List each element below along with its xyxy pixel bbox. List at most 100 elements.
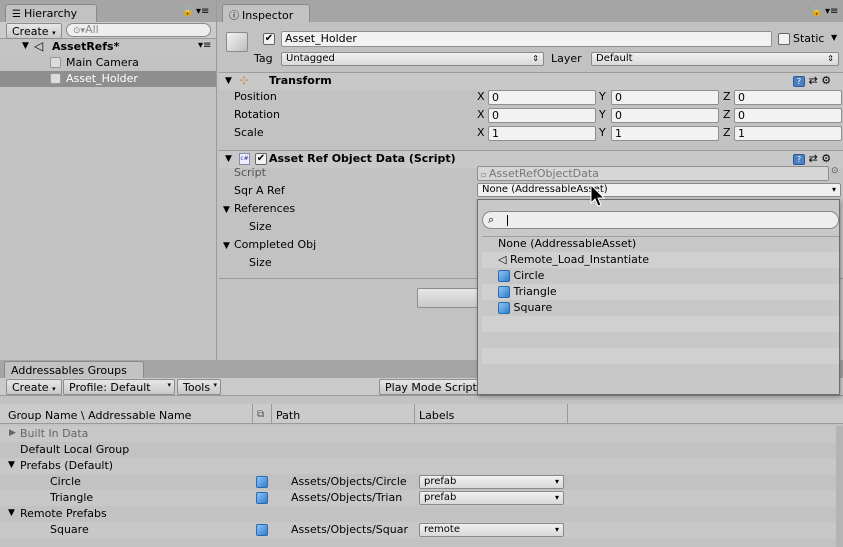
addressables-create-button[interactable]: Create ▾ [6,379,62,395]
foldout-expanded-icon[interactable]: ▼ [8,508,15,518]
gear-icon[interactable]: ⚙ [821,152,831,165]
references-label: References [234,202,296,215]
scene-row[interactable]: ▼ ◁ AssetRefs* ▾≡ [0,39,216,55]
popup-item-label: Triangle [513,285,557,298]
lock-icon[interactable]: 🔒 [182,7,193,17]
hierarchy-list [0,39,216,359]
panel-menu-icon[interactable]: ▾≡ [196,6,209,17]
profile-dropdown[interactable]: Profile: Default ▾ [63,379,175,395]
popup-item-none[interactable]: None (AddressableAsset) [482,236,839,252]
search-placeholder: All [85,23,99,36]
component-icons: ? ⇄ ⚙ [793,74,831,87]
component-title: Asset Ref Object Data (Script) [269,152,456,165]
completed-label: Completed Obj [234,238,317,251]
group-name: Default Local Group [20,443,130,456]
tab-addressables-groups[interactable]: Addressables Groups [4,361,144,379]
preset-icon[interactable]: ⇄ [809,74,818,87]
entry-row-square[interactable]: Square Assets/Objects/Squar remote ▾ [0,522,836,538]
column-divider[interactable] [271,404,272,424]
tab-hierarchy[interactable]: ☰ Hierarchy [5,4,97,22]
foldout-expanded-icon[interactable]: ▼ [223,205,230,215]
popup-item-triangle[interactable]: Triangle [482,284,839,300]
panel-menu-icon[interactable]: ▾≡ [825,6,838,17]
object-picker-icon[interactable]: ⊙ [831,166,839,176]
popup-search-input[interactable]: ⌕ [482,211,839,229]
playmode-dropdown[interactable]: Play Mode Script [379,379,481,395]
popup-item-label: Square [513,301,553,314]
active-checkbox[interactable]: ✔ [263,33,275,45]
scale-y-field[interactable]: 1 [611,126,719,141]
column-divider[interactable] [567,404,568,424]
entry-name: Square [50,523,89,536]
help-icon[interactable]: ? [793,153,805,165]
entry-name: Triangle [50,491,94,504]
column-header-path[interactable]: Path [276,409,300,422]
column-header-name[interactable]: Group Name \ Addressable Name [8,409,191,422]
hierarchy-create-button[interactable]: Create ▾ [6,23,62,39]
foldout-collapsed-icon[interactable]: ▶ [9,428,16,438]
popup-item-remote-load[interactable]: ◁ Remote_Load_Instantiate [482,252,839,268]
transform-icon: ⊹ [239,73,250,87]
script-field[interactable]: ▫ AssetRefObjectData [477,166,829,181]
group-row-built-in[interactable]: ▶ Built In Data [0,426,836,442]
rotation-y-field[interactable]: 0 [611,108,719,123]
rotation-z-field[interactable]: 0 [734,108,842,123]
group-row-prefabs[interactable]: ▼ Prefabs (Default) [0,458,836,474]
rotation-x-field[interactable]: 0 [488,108,596,123]
lock-icon[interactable]: 🔒 [811,7,822,17]
label-dropdown[interactable]: prefab ▾ [419,491,564,505]
transform-header[interactable]: ▼ ⊹ Transform ? ⇄ ⚙ [219,72,843,90]
tab-inspector[interactable]: ⓘ Inspector [222,4,310,22]
foldout-expanded-icon[interactable]: ▼ [22,41,29,51]
static-checkbox[interactable] [778,33,790,45]
vertical-scrollbar[interactable] [836,426,843,547]
foldout-expanded-icon[interactable]: ▼ [223,241,230,251]
preset-icon[interactable]: ⇄ [809,152,818,165]
column-header-labels[interactable]: Labels [419,409,454,422]
position-y-field[interactable]: 0 [611,90,719,105]
unity-scene-icon: ◁ [498,253,507,266]
tag-label: Tag [254,52,273,65]
entry-row-triangle[interactable]: Triangle Assets/Objects/Trian prefab ▾ [0,490,836,506]
gear-icon[interactable]: ⚙ [821,74,831,87]
entry-path: Assets/Objects/Circle [291,475,407,488]
hierarchy-item-selected[interactable]: Asset_Holder [0,71,216,87]
row-label: Scale [234,126,264,139]
row-label: Rotation [234,108,281,121]
group-row-remote-prefabs[interactable]: ▼ Remote Prefabs [0,506,836,522]
scale-x-field[interactable]: 1 [488,126,596,141]
position-x-field[interactable]: 0 [488,90,596,105]
position-z-field[interactable]: 0 [734,90,842,105]
label-dropdown[interactable]: remote ▾ [419,523,564,537]
addressable-asset-picker-popup: ⌕ None (AddressableAsset) ◁ Remote_Load_… [477,199,840,395]
prefab-cube-icon [498,302,510,314]
entry-row-circle[interactable]: Circle Assets/Objects/Circle prefab ▾ [0,474,836,490]
foldout-expanded-icon[interactable]: ▼ [225,154,232,164]
component-enabled-checkbox[interactable]: ✔ [255,153,267,165]
foldout-expanded-icon[interactable]: ▼ [225,76,232,86]
object-name-field[interactable]: Asset_Holder [281,31,772,47]
tools-dropdown[interactable]: Tools ▾ [177,379,221,395]
scale-z-field[interactable]: 1 [734,126,842,141]
layer-value: Default [596,53,633,64]
prefab-cube-icon [256,492,268,504]
profile-label: Profile: Default [69,381,151,394]
popup-item-circle[interactable]: Circle [482,268,839,284]
create-label: Create [12,381,49,394]
label-dropdown[interactable]: prefab ▾ [419,475,564,489]
column-divider[interactable] [252,404,253,424]
tag-dropdown[interactable]: Untagged ⇕ [281,52,544,66]
help-icon[interactable]: ? [793,75,805,87]
scene-menu-icon[interactable]: ▾≡ [198,40,211,51]
foldout-expanded-icon[interactable]: ▼ [8,460,15,470]
chevron-down-icon: ▾ [554,525,559,534]
hierarchy-item[interactable]: Main Camera [0,55,216,71]
group-row-default-local[interactable]: Default Local Group [0,442,836,458]
hierarchy-search-input[interactable]: ⊙▾All [66,23,211,37]
layer-dropdown[interactable]: Default ⇕ [591,52,839,66]
popup-item-square[interactable]: Square [482,300,839,316]
column-divider[interactable] [414,404,415,424]
axis-x-label: X [477,126,485,139]
sqr-ref-dropdown[interactable]: None (AddressableAsset) ▾ [477,183,841,197]
chevron-down-icon[interactable]: ▼ [831,33,837,42]
